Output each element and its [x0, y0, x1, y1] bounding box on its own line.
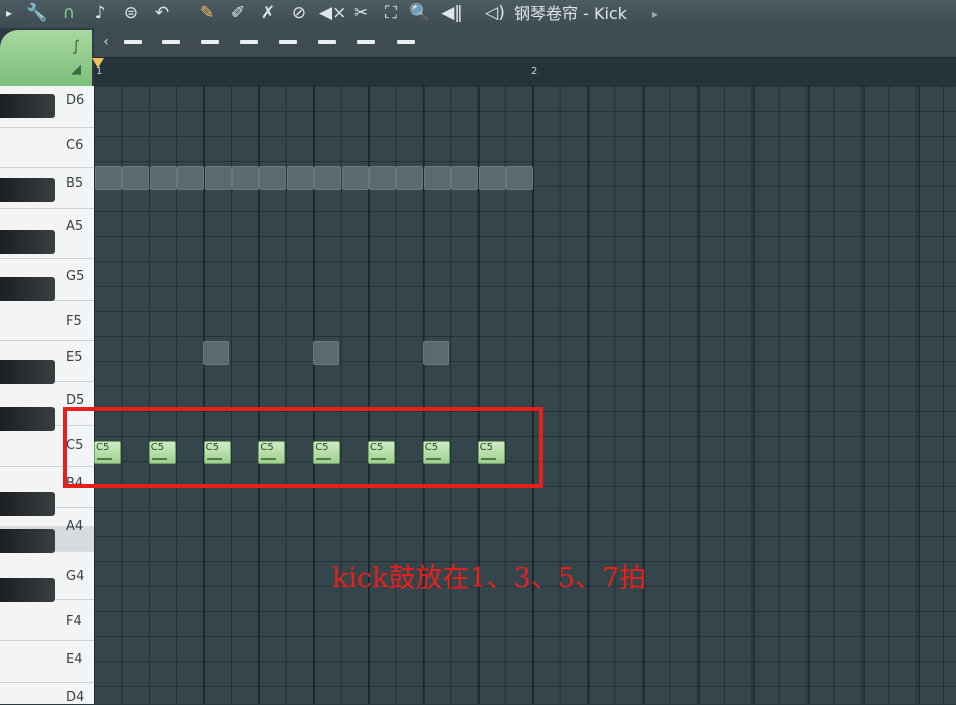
timeline-ruler[interactable] — [94, 57, 956, 86]
bar-number-1: 1 — [96, 66, 103, 77]
black-key[interactable] — [0, 230, 55, 254]
ghost-note — [122, 166, 150, 190]
ghost-note — [149, 166, 177, 190]
piano-roll-toolbar: ▸ 🔧 ∩ ♪ ⊜ ↶ ✎ ✐ ✗ ⊘ ◀× ✂ ⛶ 🔍 ◀‖ ◁) 钢琴卷帘 … — [0, 0, 956, 29]
black-key[interactable] — [0, 277, 55, 301]
ghost-note — [177, 166, 205, 190]
ghost-note — [341, 166, 369, 190]
black-key[interactable] — [0, 578, 55, 602]
piano-keyboard[interactable]: D6 C6 B5 A5 G5 F5 E5 D5 C5 B4 A4 G4 F4 E4 D4 — [0, 86, 94, 705]
overview-dash — [397, 40, 415, 44]
mute-speaker-icon[interactable]: ◀× — [319, 2, 346, 24]
white-key-divider — [0, 340, 94, 341]
ghost-note — [369, 166, 396, 190]
key-label: F4 — [66, 614, 82, 629]
black-key[interactable] — [0, 407, 55, 431]
key-label: E5 — [66, 350, 83, 365]
paint-brush-icon[interactable]: ✐ — [226, 2, 250, 24]
key-label: A4 — [66, 519, 84, 534]
black-key[interactable] — [0, 94, 55, 118]
scroll-left-icon[interactable]: ‹ — [96, 31, 116, 53]
undo-icon[interactable]: ↶ — [152, 2, 172, 24]
ghost-note — [423, 341, 449, 365]
curve-icon[interactable]: ∫ — [66, 36, 86, 56]
ghost-note — [506, 166, 533, 190]
overview-dash — [357, 40, 375, 44]
overview-dash — [279, 40, 297, 44]
key-label: F5 — [66, 314, 82, 329]
delete-brush-icon[interactable]: ✗ — [256, 2, 280, 24]
menu-circle-icon[interactable]: ⊜ — [120, 2, 142, 24]
play-arrow-icon[interactable]: ▸ — [2, 2, 16, 24]
overview-dash — [162, 40, 180, 44]
beat-line — [918, 86, 920, 704]
speaker-icon[interactable]: ◁) — [484, 2, 506, 24]
highlight-box — [63, 407, 543, 488]
beat-line — [643, 86, 645, 704]
key-label: D5 — [66, 393, 85, 408]
key-label: A5 — [66, 219, 84, 234]
white-key-divider — [0, 258, 94, 259]
ghost-note — [259, 166, 287, 190]
white-key-divider — [0, 208, 94, 209]
slice-icon[interactable]: ✂ — [350, 2, 372, 24]
key-label: D6 — [66, 93, 85, 108]
pencil-icon[interactable]: ✎ — [195, 2, 219, 24]
key-label: B5 — [66, 176, 84, 191]
ghost-note — [478, 166, 506, 190]
white-key-divider — [0, 167, 94, 168]
black-key[interactable] — [0, 492, 55, 516]
pattern-overview-strip[interactable] — [94, 28, 956, 57]
black-key[interactable] — [0, 178, 55, 202]
playback-icon[interactable]: ◀‖ — [439, 2, 465, 24]
magnet-icon[interactable]: ∩ — [57, 2, 81, 24]
white-key-divider — [0, 682, 94, 683]
note-grid[interactable]: C5 C5 C5 C5 C5 C5 C5 C5 — [94, 86, 956, 704]
black-key[interactable] — [0, 360, 55, 384]
zoom-icon[interactable]: 🔍 — [409, 2, 431, 24]
ghost-note — [423, 166, 451, 190]
ghost-note — [286, 166, 314, 190]
note-icon[interactable]: ♪ — [90, 2, 110, 24]
key-label: G4 — [66, 569, 85, 584]
title-menu-arrow-icon[interactable]: ▸ — [652, 3, 658, 25]
key-label: C6 — [66, 138, 84, 153]
ghost-note — [396, 166, 424, 190]
white-key-divider — [0, 127, 94, 128]
triangle-icon[interactable]: ◢ — [66, 60, 86, 80]
ghost-note — [204, 166, 232, 190]
beat-line — [863, 86, 865, 704]
key-label: G5 — [66, 269, 85, 284]
bar-number-2: 2 — [531, 66, 538, 77]
black-key[interactable] — [0, 529, 55, 553]
overview-dash — [240, 40, 258, 44]
beat-line — [588, 86, 590, 704]
annotation-text: kick鼓放在1、3、5、7拍 — [332, 563, 647, 594]
ghost-note — [451, 166, 479, 190]
ghost-note — [313, 341, 339, 365]
beat-line — [808, 86, 810, 704]
ghost-note — [232, 166, 259, 190]
overview-dash — [318, 40, 336, 44]
beat-line — [753, 86, 755, 704]
window-title: 钢琴卷帘 - Kick — [514, 4, 627, 23]
select-icon[interactable]: ⛶ — [380, 2, 402, 24]
ghost-note — [314, 166, 342, 190]
key-label: D4 — [66, 690, 85, 705]
white-key-divider — [0, 640, 94, 641]
overview-dash — [201, 40, 219, 44]
mute-circle-icon[interactable]: ⊘ — [288, 2, 310, 24]
ghost-note — [95, 166, 122, 190]
ghost-note — [203, 341, 229, 365]
beat-line — [698, 86, 700, 704]
overview-dash — [124, 40, 142, 44]
key-label: E4 — [66, 652, 83, 667]
wrench-icon[interactable]: 🔧 — [26, 2, 48, 24]
